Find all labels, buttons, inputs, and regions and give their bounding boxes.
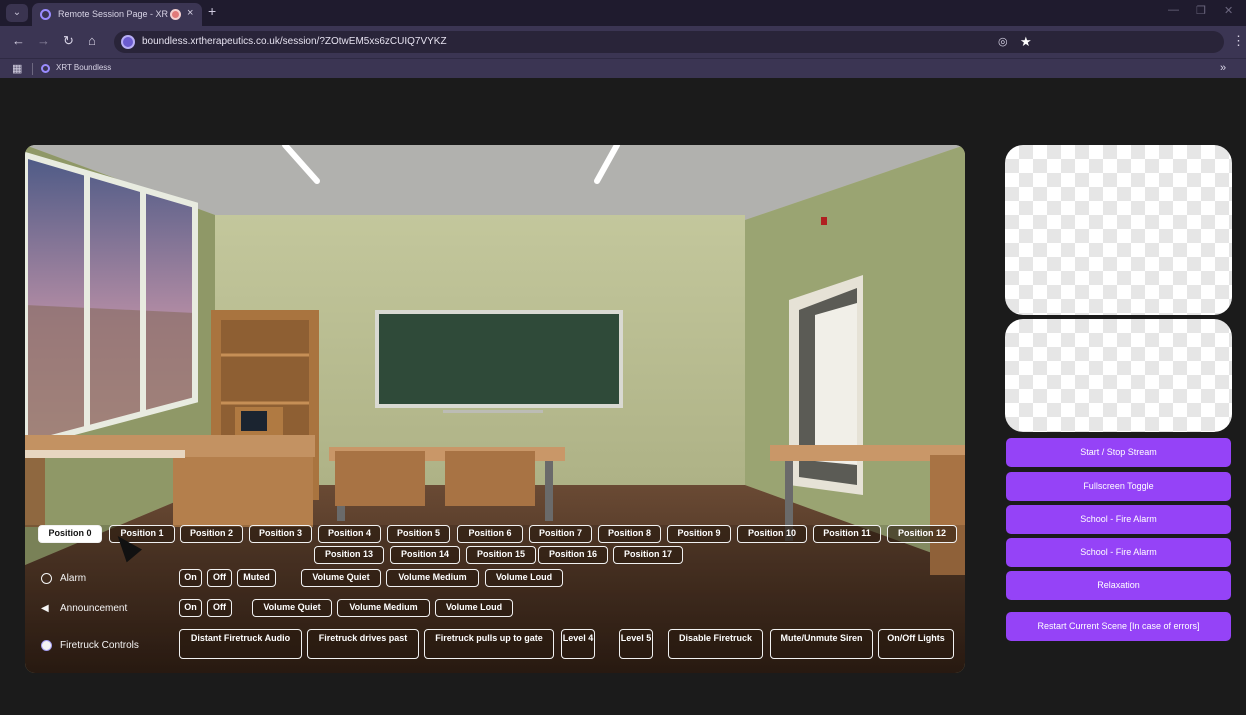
bookmarks-divider — [32, 63, 33, 75]
position-10-button[interactable]: Position 10 — [737, 525, 807, 543]
address-bar: ← → ↻ ⌂ boundless.xrtherapeutics.co.uk/s… — [0, 26, 1246, 58]
browser-menu-icon[interactable]: ⋮ — [1232, 33, 1245, 49]
position-7-button[interactable]: Position 7 — [529, 525, 592, 543]
bookmark-xrt-boundless[interactable]: XRT Boundless — [56, 63, 111, 72]
site-info-icon[interactable] — [121, 35, 135, 49]
new-tab-button[interactable]: + — [208, 3, 216, 19]
firetruck-drives-past-button[interactable]: Firetruck drives past — [307, 629, 419, 659]
position-0-button[interactable]: Position 0 — [38, 525, 102, 543]
tracking-protection-icon[interactable]: ◎ — [998, 35, 1008, 48]
bookmark-favicon-icon — [41, 64, 50, 73]
tab-search-icon[interactable]: ⌄ — [6, 4, 28, 22]
announcement-volume-quiet-button[interactable]: Volume Quiet — [252, 599, 332, 617]
position-6-button[interactable]: Position 6 — [457, 525, 523, 543]
restore-button[interactable]: ❐ — [1196, 4, 1206, 17]
position-14-button[interactable]: Position 14 — [390, 546, 460, 564]
alarm-off-button[interactable]: Off — [207, 569, 232, 587]
distant-firetruck-audio-button[interactable]: Distant Firetruck Audio — [179, 629, 302, 659]
apps-grid-icon[interactable]: ▦ — [12, 62, 22, 75]
restart-scene-button[interactable]: Restart Current Scene [In case of errors… — [1006, 612, 1231, 641]
position-5-button[interactable]: Position 5 — [387, 525, 450, 543]
bookmarks-bar: ▦ XRT Boundless » — [0, 58, 1246, 78]
announcement-off-button[interactable]: Off — [207, 599, 232, 617]
bookmark-star-icon[interactable]: ★ — [1020, 34, 1032, 50]
more-bookmarks-icon[interactable]: » — [1220, 62, 1226, 74]
position-11-button[interactable]: Position 11 — [813, 525, 881, 543]
reload-icon[interactable]: ↻ — [63, 33, 74, 49]
camera-preview-2 — [1005, 319, 1232, 432]
tab-close-icon[interactable]: × — [187, 7, 193, 19]
alarm-volume-quiet-button[interactable]: Volume Quiet — [301, 569, 381, 587]
fullscreen-toggle-button[interactable]: Fullscreen Toggle — [1006, 472, 1231, 501]
relaxation-button[interactable]: Relaxation — [1006, 571, 1231, 600]
firetruck-controls-label: Firetruck Controls — [60, 640, 139, 651]
browser-tab-bar: ⌄ Remote Session Page - XR × + — ❐ ✕ — [0, 0, 1246, 26]
vr-scene-viewport[interactable]: Position 0 Position 1 Position 2 Positio… — [25, 145, 965, 673]
back-icon[interactable]: ← — [12, 33, 25, 48]
firetruck-icon — [41, 640, 52, 651]
mute-unmute-siren-button[interactable]: Mute/Unmute Siren — [770, 629, 873, 659]
alarm-on-button[interactable]: On — [179, 569, 202, 587]
level-5-button[interactable]: Level 5 — [619, 629, 653, 659]
forward-icon[interactable]: → — [37, 33, 50, 48]
position-8-button[interactable]: Position 8 — [598, 525, 661, 543]
home-icon[interactable]: ⌂ — [88, 33, 96, 48]
browser-tab[interactable]: Remote Session Page - XR × — [32, 3, 202, 26]
announcement-on-button[interactable]: On — [179, 599, 202, 617]
position-12-button[interactable]: Position 12 — [887, 525, 957, 543]
alarm-volume-loud-button[interactable]: Volume Loud — [485, 569, 563, 587]
firetruck-pulls-up-button[interactable]: Firetruck pulls up to gate — [424, 629, 554, 659]
camera-preview-1 — [1005, 145, 1232, 315]
position-16-button[interactable]: Position 16 — [538, 546, 608, 564]
level-4-button[interactable]: Level 4 — [561, 629, 595, 659]
position-9-button[interactable]: Position 9 — [667, 525, 731, 543]
position-15-button[interactable]: Position 15 — [466, 546, 536, 564]
tab-favicon-icon — [40, 9, 51, 20]
url-text: boundless.xrtherapeutics.co.uk/session/?… — [142, 36, 447, 47]
announcement-volume-medium-button[interactable]: Volume Medium — [337, 599, 430, 617]
disable-firetruck-button[interactable]: Disable Firetruck — [668, 629, 763, 659]
alarm-muted-button[interactable]: Muted — [237, 569, 276, 587]
position-2-button[interactable]: Position 2 — [180, 525, 243, 543]
position-13-button[interactable]: Position 13 — [314, 546, 384, 564]
position-17-button[interactable]: Position 17 — [613, 546, 683, 564]
speaker-icon: ◀ — [41, 603, 49, 614]
start-stop-stream-button[interactable]: Start / Stop Stream — [1006, 438, 1231, 467]
on-off-lights-button[interactable]: On/Off Lights — [878, 629, 954, 659]
classroom-scene-image — [25, 145, 965, 673]
close-window-button[interactable]: ✕ — [1224, 4, 1233, 17]
school-fire-alarm-button-2[interactable]: School - Fire Alarm — [1006, 538, 1231, 567]
announcement-volume-loud-button[interactable]: Volume Loud — [435, 599, 513, 617]
school-fire-alarm-button-1[interactable]: School - Fire Alarm — [1006, 505, 1231, 534]
alarm-volume-medium-button[interactable]: Volume Medium — [386, 569, 479, 587]
minimize-button[interactable]: — — [1168, 4, 1179, 16]
alarm-label: Alarm — [60, 573, 87, 584]
recording-indicator-icon — [170, 9, 181, 20]
url-field[interactable]: boundless.xrtherapeutics.co.uk/session/?… — [114, 31, 1224, 53]
alarm-icon — [41, 573, 52, 584]
position-4-button[interactable]: Position 4 — [318, 525, 381, 543]
position-3-button[interactable]: Position 3 — [249, 525, 312, 543]
tab-title: Remote Session Page - XR — [58, 9, 169, 19]
announcement-label: Announcement — [60, 603, 128, 614]
